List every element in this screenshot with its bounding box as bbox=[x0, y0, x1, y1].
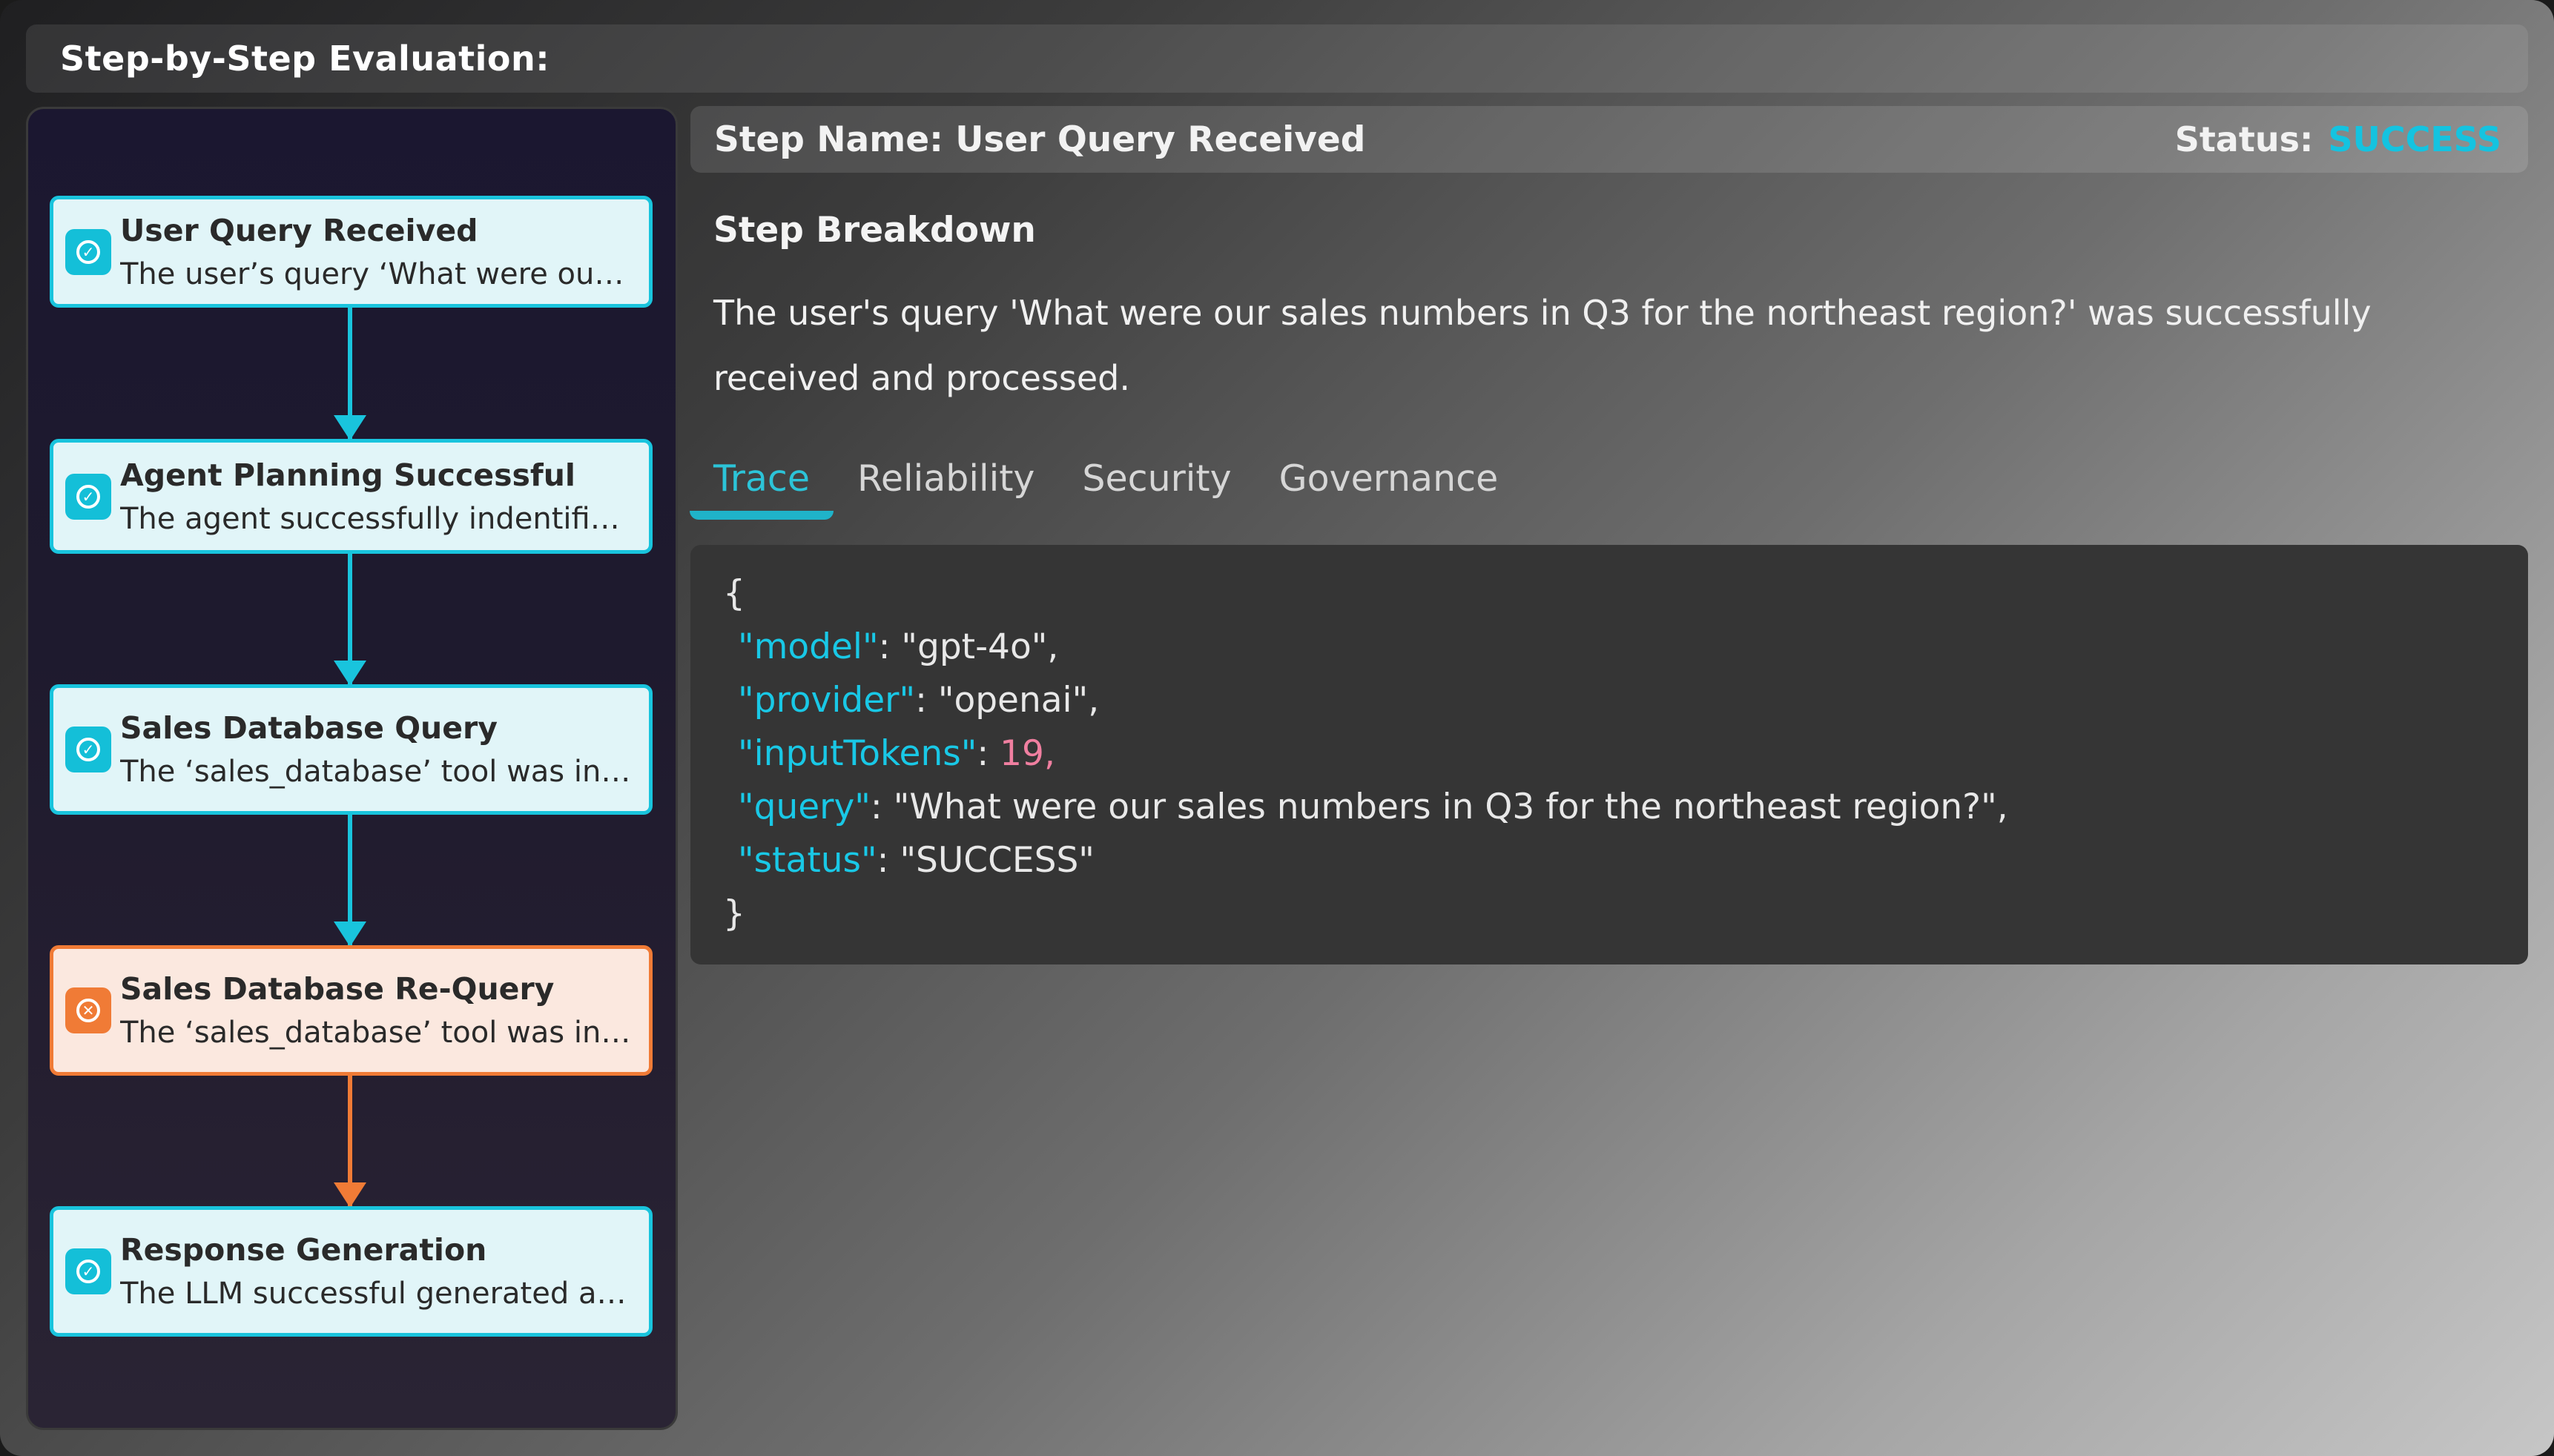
json-line-input-tokens: "inputTokens": 19, bbox=[723, 727, 2528, 781]
json-line-status: "status": "SUCCESS" bbox=[723, 834, 2528, 887]
json-line-model: "model": "gpt-4o", bbox=[723, 621, 2528, 674]
step-card-response-generation[interactable]: ✓ Response Generation The LLM successful… bbox=[50, 1206, 653, 1337]
step-card-sales-database-query[interactable]: ✓ Sales Database Query The ‘sales_databa… bbox=[50, 684, 653, 815]
json-value: "openai" bbox=[937, 680, 1089, 721]
step-card-user-query[interactable]: ✓ User Query Received The user’s query ‘… bbox=[50, 196, 653, 308]
json-sep: : bbox=[878, 626, 902, 667]
step-name: Agent Planning Successful bbox=[120, 457, 575, 493]
step-connector-arrow bbox=[334, 554, 366, 686]
header-bar: Step-by-Step Evaluation: bbox=[26, 24, 2528, 93]
step-name-heading: Step Name: User Query Received bbox=[714, 119, 1366, 160]
step-card-agent-planning[interactable]: ✓ Agent Planning Successful The agent su… bbox=[50, 439, 653, 554]
step-breakdown-title: Step Breakdown bbox=[713, 210, 1036, 251]
json-sep: : bbox=[915, 680, 938, 721]
tab-trace[interactable]: Trace bbox=[690, 449, 834, 523]
tab-security[interactable]: Security bbox=[1058, 449, 1255, 523]
json-key: "model" bbox=[738, 626, 879, 667]
step-connector-arrow bbox=[334, 308, 366, 440]
json-key: "inputTokens" bbox=[738, 733, 977, 774]
json-key: "status" bbox=[738, 840, 877, 881]
json-key: "provider" bbox=[738, 680, 916, 721]
step-name: Response Generation bbox=[120, 1232, 487, 1268]
tab-governance[interactable]: Governance bbox=[1255, 449, 1522, 523]
json-close-brace: } bbox=[723, 893, 745, 934]
detail-tabs: Trace Reliability Security Governance bbox=[690, 449, 1522, 523]
status-indicator: Status: SUCCESS bbox=[2175, 119, 2501, 159]
tab-label: Governance bbox=[1278, 457, 1499, 500]
json-trail: , bbox=[1047, 626, 1059, 667]
step-description: The agent successfully indentified the s… bbox=[120, 501, 634, 536]
json-key: "query" bbox=[738, 787, 871, 827]
json-line-query: "query": "What were our sales numbers in… bbox=[723, 781, 2528, 834]
step-description: The ‘sales_database’ tool was invoked to… bbox=[120, 755, 634, 789]
json-sep: : bbox=[870, 787, 894, 827]
status-value: SUCCESS bbox=[2328, 119, 2501, 159]
step-name: User Query Received bbox=[120, 212, 478, 248]
step-description: The user’s query ‘What were our sales nu… bbox=[120, 257, 634, 291]
check-circle-icon: ✓ bbox=[65, 228, 111, 275]
step-name: Sales Database Re-Query bbox=[120, 971, 555, 1007]
step-detail-header: Step Name: User Query Received Status: S… bbox=[690, 106, 2528, 173]
json-open-brace: { bbox=[723, 573, 745, 614]
step-description: The LLM successful generated a response … bbox=[120, 1277, 634, 1311]
json-trail: , bbox=[1088, 680, 1100, 721]
active-tab-indicator bbox=[690, 511, 834, 520]
evaluation-window: Step-by-Step Evaluation: ✓ User Query Re… bbox=[0, 0, 2554, 1456]
json-value: "SUCCESS" bbox=[900, 840, 1095, 881]
tab-label: Trace bbox=[713, 457, 810, 500]
step-breakdown-text: The user's query 'What were our sales nu… bbox=[713, 293, 2372, 398]
tab-label: Reliability bbox=[857, 457, 1035, 500]
check-circle-icon: ✓ bbox=[65, 1248, 111, 1294]
json-sep: : bbox=[977, 733, 1000, 774]
json-trail: , bbox=[1996, 787, 2008, 827]
step-name: Sales Database Query bbox=[120, 710, 498, 746]
step-card-sales-database-requery[interactable]: ✕ Sales Database Re-Query The ‘sales_dat… bbox=[50, 945, 653, 1076]
json-line-provider: "provider": "openai", bbox=[723, 674, 2528, 727]
check-circle-icon: ✓ bbox=[65, 727, 111, 772]
tab-label: Security bbox=[1082, 457, 1232, 500]
json-value: "gpt-4o" bbox=[901, 626, 1048, 667]
json-value: 19, bbox=[1000, 733, 1055, 774]
tab-reliability[interactable]: Reliability bbox=[834, 449, 1058, 523]
page-title: Step-by-Step Evaluation: bbox=[60, 39, 550, 79]
step-description: The ‘sales_database’ tool was invoked ag… bbox=[120, 1016, 634, 1050]
json-value: "What were our sales numbers in Q3 for t… bbox=[893, 787, 1997, 827]
step-connector-arrow bbox=[334, 1076, 366, 1208]
trace-json-viewer: { "model": "gpt-4o", "provider": "openai… bbox=[690, 545, 2528, 964]
step-connector-arrow bbox=[334, 815, 366, 947]
status-label: Status: bbox=[2174, 119, 2314, 159]
check-circle-icon: ✓ bbox=[65, 473, 111, 520]
json-sep: : bbox=[877, 840, 900, 881]
x-circle-icon: ✕ bbox=[65, 987, 111, 1033]
